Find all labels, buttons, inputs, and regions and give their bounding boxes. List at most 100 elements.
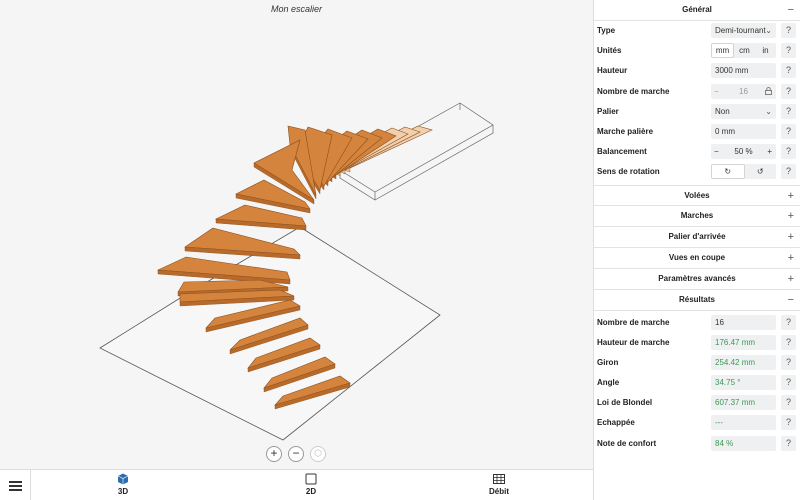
row-landing-step: Marche palière 0 mm ?: [594, 122, 800, 142]
help-button[interactable]: ?: [781, 103, 796, 119]
step-count-stepper[interactable]: 16 −: [711, 83, 776, 100]
table-icon: [493, 474, 505, 484]
result-row: Note de confort 84 %?: [594, 434, 800, 454]
section-results-title: Résultats: [678, 294, 715, 304]
expand-icon[interactable]: +: [788, 186, 794, 206]
chevron-down-icon: ⌄: [765, 106, 772, 116]
settings-panel: Général − Type Demi-tournant ⌄ ? Unités …: [593, 0, 800, 500]
result-label: Angle: [597, 378, 620, 388]
help-button[interactable]: ?: [781, 63, 796, 79]
landing-step-input[interactable]: 0 mm: [711, 123, 776, 139]
section-flights-header[interactable]: Volées +: [594, 184, 800, 206]
tab-2d[interactable]: 2D: [281, 473, 341, 496]
landing-select[interactable]: Non ⌄: [711, 103, 776, 119]
help-button[interactable]: ?: [781, 395, 796, 411]
expand-icon[interactable]: +: [788, 206, 794, 226]
balance-value: 50 %: [734, 147, 753, 157]
help-button[interactable]: ?: [781, 83, 796, 99]
help-button[interactable]: ?: [781, 334, 796, 350]
expand-icon[interactable]: +: [788, 227, 794, 247]
tab-3d-label: 3D: [117, 487, 129, 496]
tab-2d-label: 2D: [305, 487, 317, 496]
result-value: 176.47 mm: [711, 334, 776, 350]
type-select[interactable]: Demi-tournant ⌄: [711, 23, 776, 38]
rotation-segmented-control[interactable]: ↻ ↺: [711, 164, 777, 180]
landing-label: Palier: [597, 106, 619, 116]
section-general-title: Général: [682, 5, 712, 14]
help-button[interactable]: ?: [781, 164, 796, 180]
help-button[interactable]: ?: [781, 123, 796, 139]
reset-view-icon[interactable]: ⬡: [310, 446, 326, 462]
section-arrival-landing-header[interactable]: Palier d'arrivée +: [594, 227, 800, 248]
increment-button[interactable]: +: [767, 144, 772, 159]
3d-viewport[interactable]: Mon escalier + − ⬡: [0, 0, 593, 469]
square-icon: [305, 473, 317, 485]
landing-value: Non: [715, 106, 730, 116]
row-type: Type Demi-tournant ⌄ ?: [594, 21, 800, 41]
collapse-icon[interactable]: −: [788, 290, 794, 310]
section-advanced-title: Paramètres avancés: [658, 273, 736, 283]
section-cross-sections-header[interactable]: Vues en coupe +: [594, 248, 800, 269]
lock-icon[interactable]: [765, 84, 772, 100]
decrement-button[interactable]: −: [714, 144, 719, 159]
result-label: Giron: [597, 357, 619, 367]
section-advanced-header[interactable]: Paramètres avancés +: [594, 269, 800, 290]
chevron-down-icon: ⌄: [765, 26, 772, 35]
row-rotation: Sens de rotation ↻ ↺ ?: [594, 162, 800, 182]
result-label: Hauteur de marche: [597, 337, 670, 347]
stair-3d-scene[interactable]: [0, 0, 593, 469]
unit-mm-option[interactable]: mm: [711, 43, 734, 59]
rotate-clockwise-icon[interactable]: ↻: [711, 164, 745, 180]
result-row: Angle 34.75 °?: [594, 373, 800, 393]
result-value: 34.75 °: [711, 375, 776, 391]
help-button[interactable]: ?: [781, 43, 796, 59]
zoom-in-button[interactable]: +: [266, 446, 282, 462]
result-value: 84 %: [711, 435, 776, 451]
collapse-icon[interactable]: −: [788, 0, 794, 20]
result-label: Note de confort: [597, 438, 657, 448]
unit-in-option[interactable]: in: [755, 43, 776, 58]
section-flights-title: Volées: [684, 190, 710, 200]
result-row: Giron 254.42 mm?: [594, 353, 800, 373]
balance-stepper[interactable]: 50 % − +: [711, 144, 776, 160]
step-count-label: Nombre de marche: [597, 86, 670, 96]
result-label: Echappée: [597, 418, 635, 428]
result-value: 16: [711, 314, 776, 330]
result-row: Loi de Blondel 607.37 mm?: [594, 393, 800, 413]
section-general-header[interactable]: Général −: [594, 0, 800, 21]
unit-cm-option[interactable]: cm: [734, 43, 755, 58]
section-steps-header[interactable]: Marches +: [594, 206, 800, 227]
help-button[interactable]: ?: [781, 415, 796, 431]
bottom-navigation: 3D 2D Débit: [0, 469, 593, 500]
decrement-button[interactable]: −: [714, 84, 719, 99]
units-segmented-control[interactable]: mm cm in: [711, 43, 776, 59]
height-label: Hauteur: [597, 66, 628, 76]
type-label: Type: [597, 26, 616, 35]
expand-icon[interactable]: +: [788, 269, 794, 289]
row-height: Hauteur 3000 mm ?: [594, 61, 800, 81]
result-value: 607.37 mm: [711, 395, 776, 411]
results-list: Nombre de marche 16? Hauteur de marche 176.…: [594, 311, 800, 454]
result-row: Echappée ---?: [594, 413, 800, 433]
section-results-header[interactable]: Résultats −: [594, 290, 800, 311]
hamburger-icon: [9, 481, 22, 483]
zoom-out-button[interactable]: −: [288, 446, 304, 462]
help-button[interactable]: ?: [781, 314, 796, 330]
help-button[interactable]: ?: [781, 375, 796, 391]
tab-debit[interactable]: Débit: [469, 473, 529, 496]
result-value: 254.42 mm: [711, 354, 776, 370]
tab-3d[interactable]: 3D: [93, 473, 153, 496]
menu-button[interactable]: [0, 470, 31, 500]
result-label: Nombre de marche: [597, 317, 670, 327]
help-button[interactable]: ?: [781, 435, 796, 451]
hamburger-icon-line: [9, 485, 22, 487]
height-input[interactable]: 3000 mm: [711, 63, 776, 79]
expand-icon[interactable]: +: [788, 248, 794, 268]
units-label: Unités: [597, 46, 622, 56]
help-button[interactable]: ?: [781, 354, 796, 370]
rotate-counterclockwise-icon[interactable]: ↺: [745, 164, 777, 179]
result-row: Hauteur de marche 176.47 mm?: [594, 333, 800, 353]
help-button[interactable]: ?: [781, 23, 796, 38]
row-units: Unités mm cm in ?: [594, 41, 800, 61]
help-button[interactable]: ?: [781, 144, 796, 160]
